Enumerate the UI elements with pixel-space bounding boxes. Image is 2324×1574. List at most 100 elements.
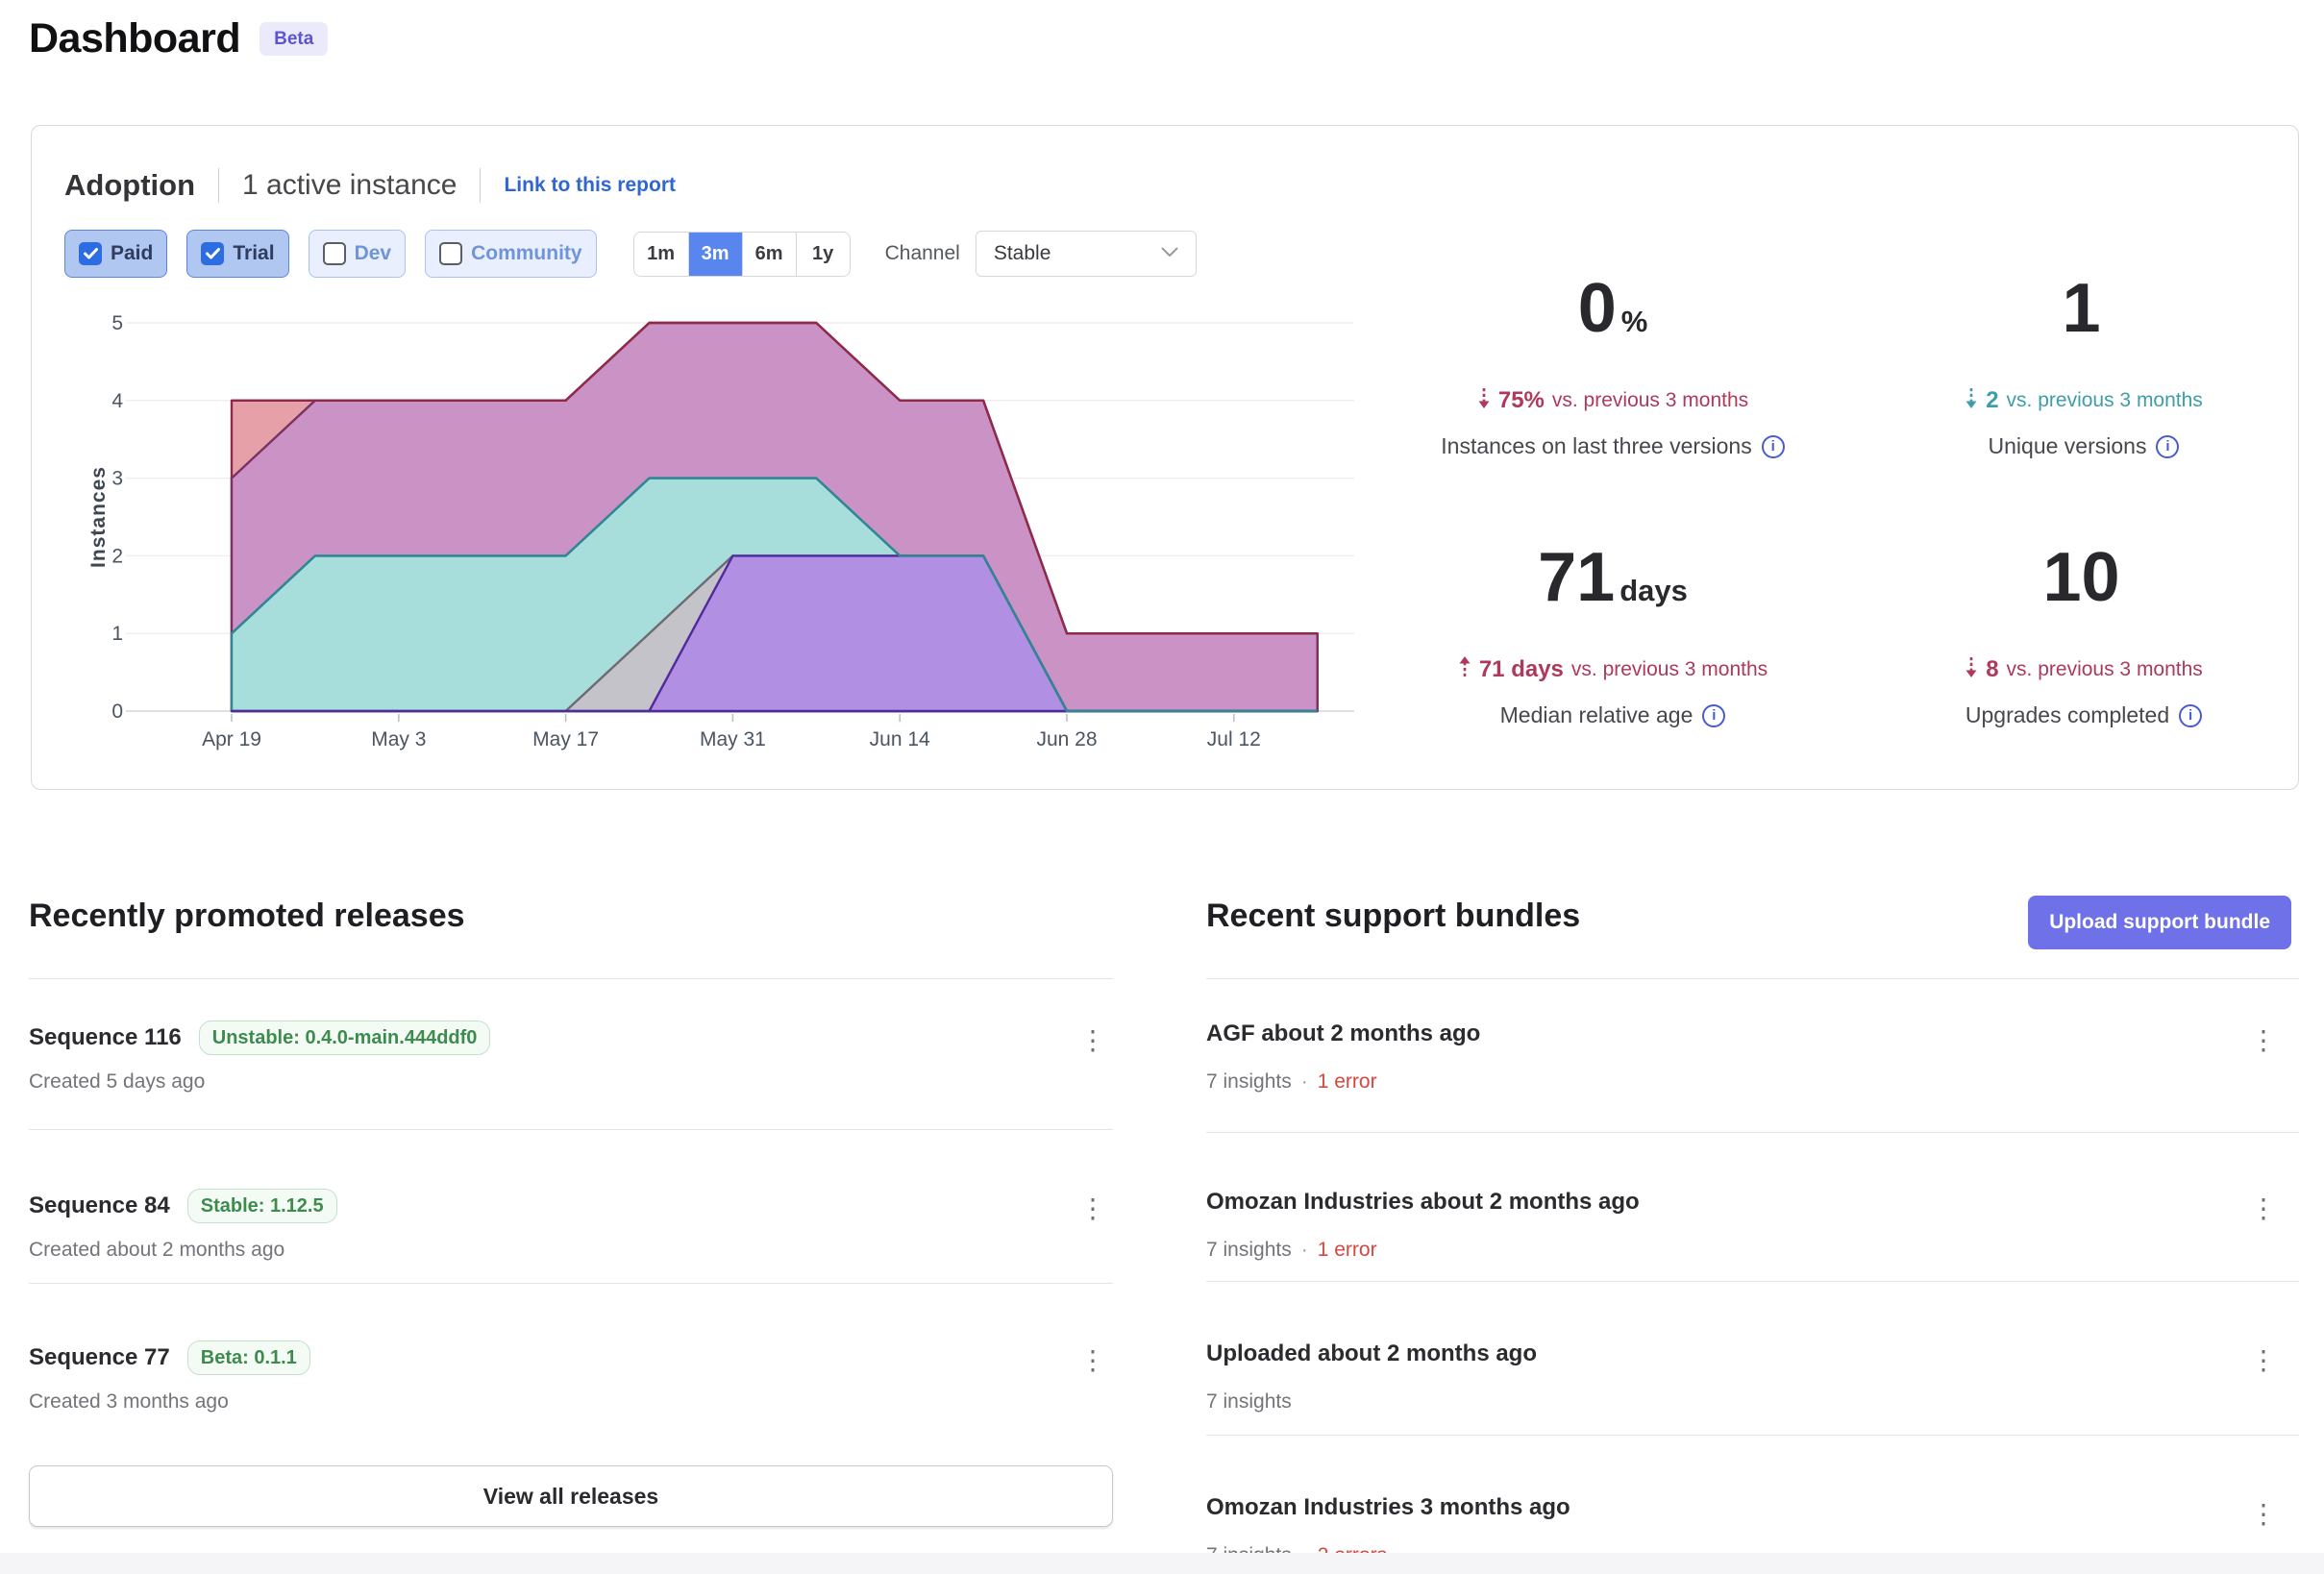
dot-separator: · xyxy=(1301,1239,1308,1262)
kebab-menu-icon[interactable] xyxy=(2245,1019,2284,1061)
stat-value: 10 xyxy=(2042,539,2119,616)
arrow-up-dashed-icon xyxy=(1458,654,1471,685)
stat-delta-value: 75% xyxy=(1498,387,1545,414)
channel-group: Channel Stable xyxy=(885,231,1197,277)
filter-chip-label: Community xyxy=(471,242,582,265)
license-filter-chips: Paid Trial Dev Community xyxy=(64,230,597,278)
filter-chip-label: Dev xyxy=(355,242,392,265)
release-created: Created 3 months ago xyxy=(29,1390,229,1414)
stat-value: 71 xyxy=(1538,539,1615,616)
active-instances-count: 1 active instance xyxy=(242,169,457,202)
release-title: Sequence 116 xyxy=(29,1024,182,1051)
checkbox-unchecked-icon xyxy=(323,242,346,265)
beta-badge: Beta xyxy=(260,22,328,56)
info-icon[interactable] xyxy=(2179,704,2202,727)
svg-text:5: 5 xyxy=(111,312,123,334)
checkbox-checked-icon xyxy=(201,242,224,265)
page-title: Dashboard xyxy=(29,15,240,62)
arrow-down-dashed-icon xyxy=(1965,385,1978,416)
divider xyxy=(1206,1132,2299,1133)
range-6m[interactable]: 6m xyxy=(742,233,796,276)
release-created: Created 5 days ago xyxy=(29,1070,205,1094)
checkbox-checked-icon xyxy=(79,242,102,265)
adoption-stats: 0% 75% vs. previous 3 months Instances o… xyxy=(1377,270,2319,791)
arrow-down-dashed-icon xyxy=(1477,385,1491,416)
info-icon[interactable] xyxy=(1702,704,1725,727)
adoption-chart: 012345Apr 19May 3May 17May 31Jun 14Jun 2… xyxy=(59,304,1395,765)
svg-text:Jun 28: Jun 28 xyxy=(1036,728,1097,750)
adoption-card: Adoption 1 active instance Link to this … xyxy=(31,125,2299,790)
svg-text:Instances: Instances xyxy=(87,466,110,568)
range-3m[interactable]: 3m xyxy=(688,233,742,276)
stat-value: 0 xyxy=(1578,270,1617,347)
arrow-down-dashed-icon xyxy=(1965,654,1978,685)
stat-instances-on-last-three-versions: 0% 75% vs. previous 3 months Instances o… xyxy=(1377,270,1848,522)
upload-support-bundle-button[interactable]: Upload support bundle xyxy=(2028,896,2291,949)
bundle-title: Uploaded about 2 months ago xyxy=(1206,1340,1537,1367)
divider xyxy=(1206,1281,2299,1282)
kebab-menu-icon[interactable] xyxy=(2245,1339,2284,1381)
stat-delta-suffix: vs. previous 3 months xyxy=(1571,658,1768,681)
chevron-down-icon xyxy=(1161,245,1178,262)
view-all-releases-button[interactable]: View all releases xyxy=(29,1465,1113,1527)
stat-label: Median relative age xyxy=(1500,702,1694,728)
kebab-menu-icon[interactable] xyxy=(1075,1339,1113,1381)
releases-heading: Recently promoted releases xyxy=(29,898,465,935)
filter-chip-trial[interactable]: Trial xyxy=(186,230,288,278)
bundle-title: Omozan Industries about 2 months ago xyxy=(1206,1189,1640,1216)
divider xyxy=(29,1283,1113,1284)
adoption-title: Adoption xyxy=(64,168,195,203)
bundle-insights: 7 insights xyxy=(1206,1070,1292,1094)
adoption-header: Adoption 1 active instance Link to this … xyxy=(64,164,676,207)
divider xyxy=(1206,1435,2299,1436)
bundle-title: Omozan Industries 3 months ago xyxy=(1206,1494,1570,1521)
release-channel-badge: Beta: 0.1.1 xyxy=(187,1340,310,1375)
adoption-chart-area: 012345Apr 19May 3May 17May 31Jun 14Jun 2… xyxy=(59,304,1395,770)
kebab-menu-icon[interactable] xyxy=(1075,1187,1113,1229)
stat-delta-value: 71 days xyxy=(1479,656,1564,683)
svg-text:Apr 19: Apr 19 xyxy=(202,728,261,750)
adoption-controls: Paid Trial Dev Community 1m 3m 6m 1y xyxy=(64,230,1197,278)
link-to-report[interactable]: Link to this report xyxy=(504,174,676,197)
stat-value: 1 xyxy=(2062,270,2100,347)
svg-text:Jul 12: Jul 12 xyxy=(1207,728,1261,750)
info-icon[interactable] xyxy=(2156,435,2179,458)
footer-strip xyxy=(0,1553,2324,1574)
kebab-menu-icon[interactable] xyxy=(2245,1187,2284,1229)
kebab-menu-icon[interactable] xyxy=(1075,1019,1113,1061)
dot-separator: · xyxy=(1301,1070,1308,1094)
filter-chip-paid[interactable]: Paid xyxy=(64,230,167,278)
bundles-heading: Recent support bundles xyxy=(1206,898,1580,935)
divider xyxy=(1206,978,2299,979)
stat-delta-value: 8 xyxy=(1986,656,1998,683)
svg-text:May 3: May 3 xyxy=(371,728,426,750)
divider xyxy=(29,1129,1113,1130)
separator xyxy=(480,168,481,203)
bundle-insights: 7 insights xyxy=(1206,1239,1292,1262)
stat-unit: days xyxy=(1619,574,1688,607)
stat-delta-suffix: vs. previous 3 months xyxy=(1552,389,1748,412)
range-1m[interactable]: 1m xyxy=(634,233,688,276)
release-title: Sequence 77 xyxy=(29,1344,170,1371)
kebab-menu-icon[interactable] xyxy=(2245,1492,2284,1535)
divider xyxy=(29,978,1113,979)
bundle-insights: 7 insights xyxy=(1206,1390,1292,1414)
svg-text:Jun 14: Jun 14 xyxy=(870,728,930,750)
stat-median-relative-age: 71days 71 days vs. previous 3 months Med… xyxy=(1377,539,1848,791)
release-created: Created about 2 months ago xyxy=(29,1239,284,1262)
page-header: Dashboard Beta xyxy=(29,15,328,62)
bundle-errors: 1 error xyxy=(1318,1070,1377,1094)
channel-select[interactable]: Stable xyxy=(976,231,1197,277)
svg-text:3: 3 xyxy=(111,468,123,490)
filter-chip-dev[interactable]: Dev xyxy=(309,230,407,278)
filter-chip-community[interactable]: Community xyxy=(425,230,597,278)
checkbox-unchecked-icon xyxy=(439,242,462,265)
svg-text:4: 4 xyxy=(111,390,123,412)
stat-upgrades-completed: 10 8 vs. previous 3 months Upgrades comp… xyxy=(1848,539,2319,791)
range-1y[interactable]: 1y xyxy=(796,233,850,276)
info-icon[interactable] xyxy=(1762,435,1785,458)
stat-delta-value: 2 xyxy=(1986,387,1998,414)
separator xyxy=(218,168,219,203)
filter-chip-label: Paid xyxy=(111,242,153,265)
stat-delta-suffix: vs. previous 3 months xyxy=(2007,658,2203,681)
